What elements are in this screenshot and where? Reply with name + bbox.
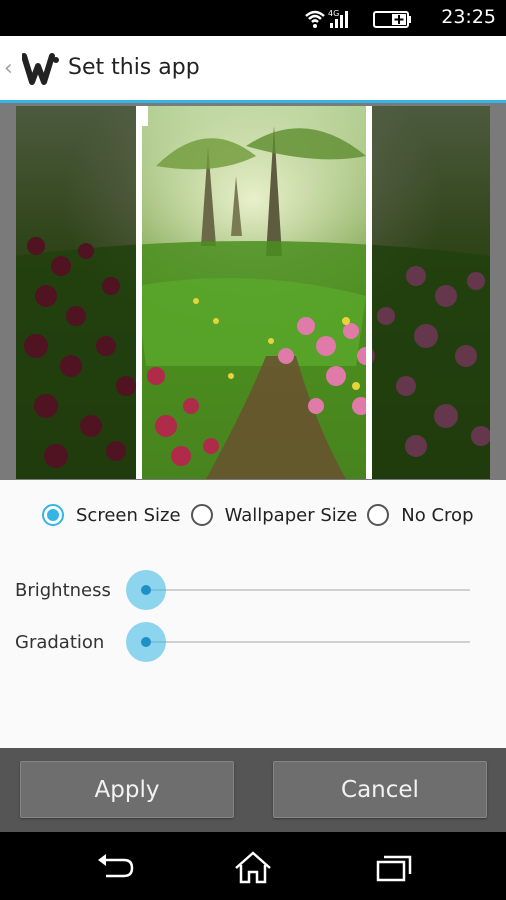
gradation-slider-thumb[interactable] [126,622,166,662]
status-icons-svg: 4G [305,9,411,28]
home-icon[interactable] [232,850,274,884]
crop-handle-bottom-left[interactable] [136,453,142,479]
wifi-icon [305,10,325,28]
radio-screen-size[interactable] [42,504,64,526]
crop-frame[interactable] [136,106,372,479]
status-bar: 4G 23:25 [0,0,506,36]
button-bar: Apply Cancel [0,748,506,832]
radio-wallpaper-size[interactable] [190,504,213,526]
brightness-slider-track[interactable] [146,589,470,591]
radio-label-wallpaper-size[interactable]: Wallpaper Size [225,505,358,526]
back-chevron-icon[interactable]: ‹ [4,56,13,81]
status-time: 23:25 [441,6,496,28]
crop-handle-top-left[interactable] [136,106,142,132]
back-icon[interactable] [94,850,136,884]
wallpaper-preview[interactable] [0,103,506,480]
network-type-label: 4G [328,9,339,18]
crop-dim-left [16,106,138,479]
gradation-label: Gradation [15,632,105,653]
settings-panel: Screen Size Wallpaper Size No Crop Brigh… [0,480,506,748]
app-logo-icon[interactable] [22,52,60,86]
brightness-slider-thumb[interactable] [126,570,166,610]
navigation-bar [0,832,506,900]
crop-mode-radio-group: Screen Size Wallpaper Size No Crop [42,504,484,526]
crop-dim-right [370,106,490,479]
recent-apps-icon[interactable] [372,850,414,884]
action-bar: ‹ Set this app [0,36,506,103]
radio-label-screen-size[interactable]: Screen Size [76,505,181,526]
radio-no-crop[interactable] [367,504,390,526]
status-icons: 4G [304,8,414,34]
crop-handle-bottom-right[interactable] [366,453,372,479]
crop-handle-top-right[interactable] [366,106,372,132]
page-title: Set this app [68,55,200,80]
radio-label-no-crop[interactable]: No Crop [401,505,473,526]
gradation-slider-track[interactable] [146,641,470,643]
brightness-label: Brightness [15,580,111,601]
apply-button[interactable]: Apply [20,761,234,818]
cancel-button[interactable]: Cancel [273,761,487,818]
battery-charging-icon [373,11,411,28]
